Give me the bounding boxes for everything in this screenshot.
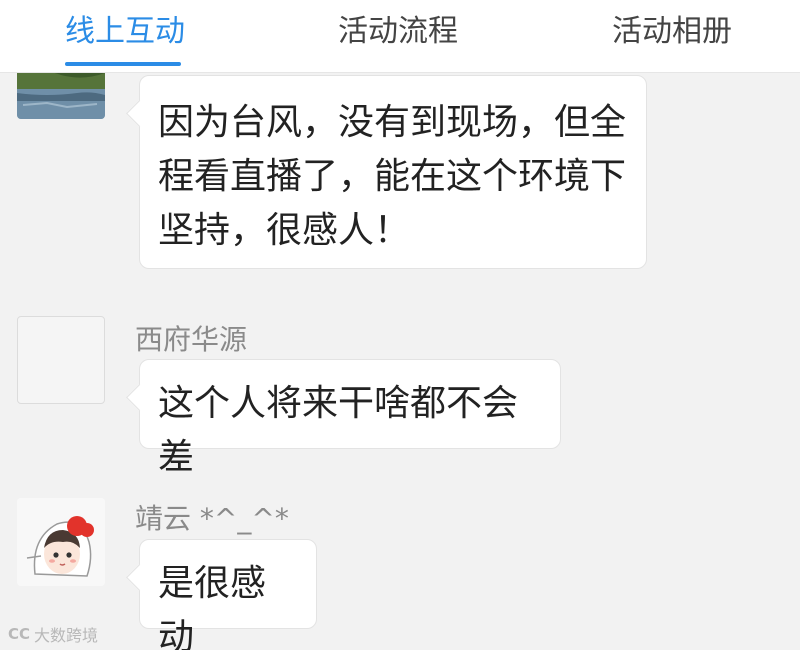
comment-text: 是很感动 (158, 563, 267, 650)
comment-feed[interactable]: 因为台风，没有到现场，但全程看直播了，能在这个环境下坚持，很感人！ 西府华源 这… (0, 73, 800, 650)
watermark-logo-icon: CC (8, 625, 31, 643)
avatar-blank[interactable] (17, 316, 105, 404)
active-tab-indicator (65, 62, 181, 66)
comment-username[interactable]: 靖云 *^_^* (135, 497, 289, 537)
comment-username[interactable]: 西府华源 (135, 318, 247, 358)
comment-text: 这个人将来干啥都不会差 (158, 383, 519, 478)
comment-text: 因为台风，没有到现场，但全程看直播了，能在这个环境下坚持，很感人！ (158, 102, 627, 251)
avatar-landscape-photo[interactable] (17, 73, 105, 119)
comment-bubble: 因为台风，没有到现场，但全程看直播了，能在这个环境下坚持，很感人！ (139, 75, 647, 269)
watermark: CC 大数跨境 (8, 622, 98, 646)
tab-activity-schedule[interactable]: 活动流程 (318, 0, 478, 72)
tab-bar: 线上互动 活动流程 活动相册 (0, 0, 800, 73)
watermark-text: 大数跨境 (34, 626, 99, 645)
comment-bubble: 这个人将来干啥都不会差 (139, 359, 561, 478)
avatar-cartoon-girl[interactable] (17, 498, 105, 586)
tab-activity-album[interactable]: 活动相册 (592, 0, 752, 72)
comment-bubble: 是很感动 (139, 539, 317, 650)
